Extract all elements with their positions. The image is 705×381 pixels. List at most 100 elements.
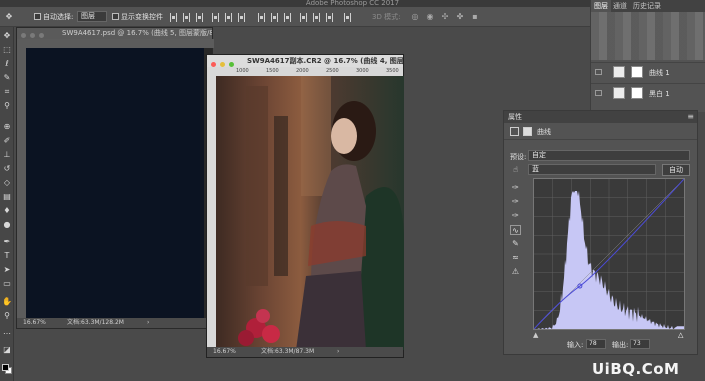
crop-tool-button[interactable]: ⌗ <box>2 87 12 96</box>
3d-slide-icon[interactable]: ✤ <box>455 12 465 21</box>
tab-channels[interactable]: 通道 <box>613 0 627 12</box>
minimize-icon[interactable] <box>220 61 225 67</box>
photo-canvas[interactable] <box>216 76 404 350</box>
tab-history[interactable]: 历史记录 <box>633 0 661 12</box>
auto-button[interactable]: 自动 <box>662 164 690 176</box>
channel-dropdown[interactable]: 蓝 <box>528 164 656 175</box>
more-tools-button[interactable]: … <box>2 327 12 336</box>
auto-select-label: 自动选择: <box>43 13 74 21</box>
dodge-tool-button[interactable]: ● <box>2 220 12 229</box>
canvas-1[interactable] <box>26 48 204 318</box>
layer-row[interactable]: 黑白 1 <box>591 83 705 102</box>
visibility-toggle[interactable] <box>595 69 602 75</box>
preset-dropdown[interactable]: 自定 <box>528 150 690 161</box>
gradient-tool-button[interactable]: ▤ <box>2 192 12 201</box>
maximize-icon[interactable] <box>229 61 234 67</box>
quick-select-tool-button[interactable]: ✎ <box>2 73 12 82</box>
align-bottom-icon[interactable] <box>196 13 203 22</box>
move-tool-icon[interactable]: ✥ <box>4 12 14 21</box>
layer-mask-thumbnail[interactable] <box>631 87 643 99</box>
blurred-region <box>591 12 705 60</box>
adjustment-name: 曲线 <box>537 128 551 136</box>
layer-name[interactable]: 曲线 1 <box>649 68 670 78</box>
brush-tool-button[interactable]: ✐ <box>2 136 12 145</box>
input-field[interactable]: 78 <box>586 339 606 349</box>
align-right-icon[interactable] <box>238 13 245 22</box>
zoom-tool-button[interactable]: ⚲ <box>2 311 12 320</box>
document-tab-2[interactable]: SW9A4617副本.CR2 @ 16.7% (曲线 4, 图层 <box>207 55 403 67</box>
horizontal-ruler-1 <box>26 39 214 48</box>
distribute-right-icon[interactable] <box>326 13 333 22</box>
distribute-top-icon[interactable] <box>258 13 265 22</box>
show-transform-checkbox[interactable] <box>112 13 119 20</box>
zoom-level-1[interactable]: 16.67% <box>23 318 46 328</box>
3d-orbit-icon[interactable]: ◎ <box>410 12 420 21</box>
align-hcenter-icon[interactable] <box>225 13 232 22</box>
auto-select-checkbox[interactable] <box>34 13 41 20</box>
eraser-tool-button[interactable]: ◇ <box>2 178 12 187</box>
black-point-eyedropper-icon[interactable]: ✑ <box>510 183 521 193</box>
visibility-toggle[interactable] <box>595 90 602 96</box>
vertical-ruler-2 <box>207 67 216 349</box>
document-title-2: SW9A4617副本.CR2 @ 16.7% (曲线 4, 图层 <box>247 57 403 65</box>
align-vcenter-icon[interactable] <box>183 13 190 22</box>
healing-tool-button[interactable]: ⊕ <box>2 122 12 131</box>
align-top-icon[interactable] <box>170 13 177 22</box>
tools-panel: ✥ ⬚ ℓ ✎ ⌗ ⚲ ⊕ ✐ ⊥ ↺ ◇ ▤ ♦ ● ✒ T ➤ ▭ ✋ ⚲ … <box>0 27 14 381</box>
zoom-level-2[interactable]: 16.67% <box>213 347 236 357</box>
hand-tool-button[interactable]: ✋ <box>2 297 12 306</box>
close-icon[interactable] <box>21 33 26 38</box>
layer-mask-thumbnail[interactable] <box>631 66 643 78</box>
smooth-curve-icon[interactable]: ≈ <box>510 253 521 263</box>
gray-point-eyedropper-icon[interactable]: ✑ <box>510 197 521 207</box>
status-menu-arrow-2[interactable]: › <box>337 347 339 357</box>
curves-adjustment-icon[interactable] <box>510 127 519 136</box>
distribute-bottom-icon[interactable] <box>284 13 291 22</box>
foreground-color-swatch[interactable] <box>2 364 9 371</box>
layer-name[interactable]: 黑白 1 <box>649 89 670 99</box>
layer-row[interactable]: 曲线 1 <box>591 62 705 81</box>
clipping-warning-icon[interactable]: ⚠ <box>510 267 521 277</box>
3d-scale-icon[interactable]: ▪ <box>470 12 480 21</box>
ruler-label: 3500 <box>386 68 399 74</box>
maximize-icon[interactable] <box>39 33 44 38</box>
edit-points-icon[interactable]: ∿ <box>510 225 521 235</box>
draw-curve-icon[interactable]: ✎ <box>510 239 521 249</box>
black-slider-icon[interactable]: ▲ <box>533 331 538 339</box>
mask-icon[interactable] <box>523 127 532 136</box>
type-tool-button[interactable]: T <box>2 251 12 260</box>
distribute-left-icon[interactable] <box>300 13 307 22</box>
move-tool-button[interactable]: ✥ <box>2 31 12 40</box>
status-menu-arrow-1[interactable]: › <box>147 318 149 328</box>
output-field[interactable]: 73 <box>630 339 650 349</box>
distribute-vcenter-icon[interactable] <box>271 13 278 22</box>
stamp-tool-button[interactable]: ⊥ <box>2 150 12 159</box>
properties-title-bar[interactable]: 属性 ≡ <box>504 111 697 123</box>
default-colors-icon[interactable]: ◪ <box>2 345 12 354</box>
distribute-hcenter-icon[interactable] <box>313 13 320 22</box>
auto-select-dropdown[interactable]: 图层 <box>77 11 107 22</box>
3d-pan-icon[interactable]: ✣ <box>440 12 450 21</box>
tab-layers[interactable]: 图层 <box>591 0 611 12</box>
curve-graph[interactable] <box>533 178 685 330</box>
white-slider-icon[interactable]: △ <box>678 331 683 339</box>
on-image-adjust-icon[interactable]: ☝ <box>510 165 521 175</box>
lasso-tool-button[interactable]: ℓ <box>2 59 12 68</box>
close-icon[interactable] <box>211 61 216 67</box>
minimize-icon[interactable] <box>30 33 35 38</box>
panel-menu-icon[interactable]: ≡ <box>687 111 694 123</box>
marquee-tool-button[interactable]: ⬚ <box>2 45 12 54</box>
pen-tool-button[interactable]: ✒ <box>2 237 12 246</box>
vertical-ruler-1 <box>17 39 26 319</box>
preset-label: 预设: <box>510 153 527 161</box>
3d-roll-icon[interactable]: ◉ <box>425 12 435 21</box>
auto-align-icon[interactable] <box>344 13 351 22</box>
shape-tool-button[interactable]: ▭ <box>2 279 12 288</box>
blur-tool-button[interactable]: ♦ <box>2 206 12 215</box>
path-select-tool-button[interactable]: ➤ <box>2 265 12 274</box>
history-brush-tool-button[interactable]: ↺ <box>2 164 12 173</box>
document-tab-1[interactable]: SW9A4617.psd @ 16.7% (曲线 5, 图层蒙版/8) <box>17 28 212 39</box>
eyedropper-tool-button[interactable]: ⚲ <box>2 101 12 110</box>
white-point-eyedropper-icon[interactable]: ✑ <box>510 211 521 221</box>
align-left-icon[interactable] <box>212 13 219 22</box>
